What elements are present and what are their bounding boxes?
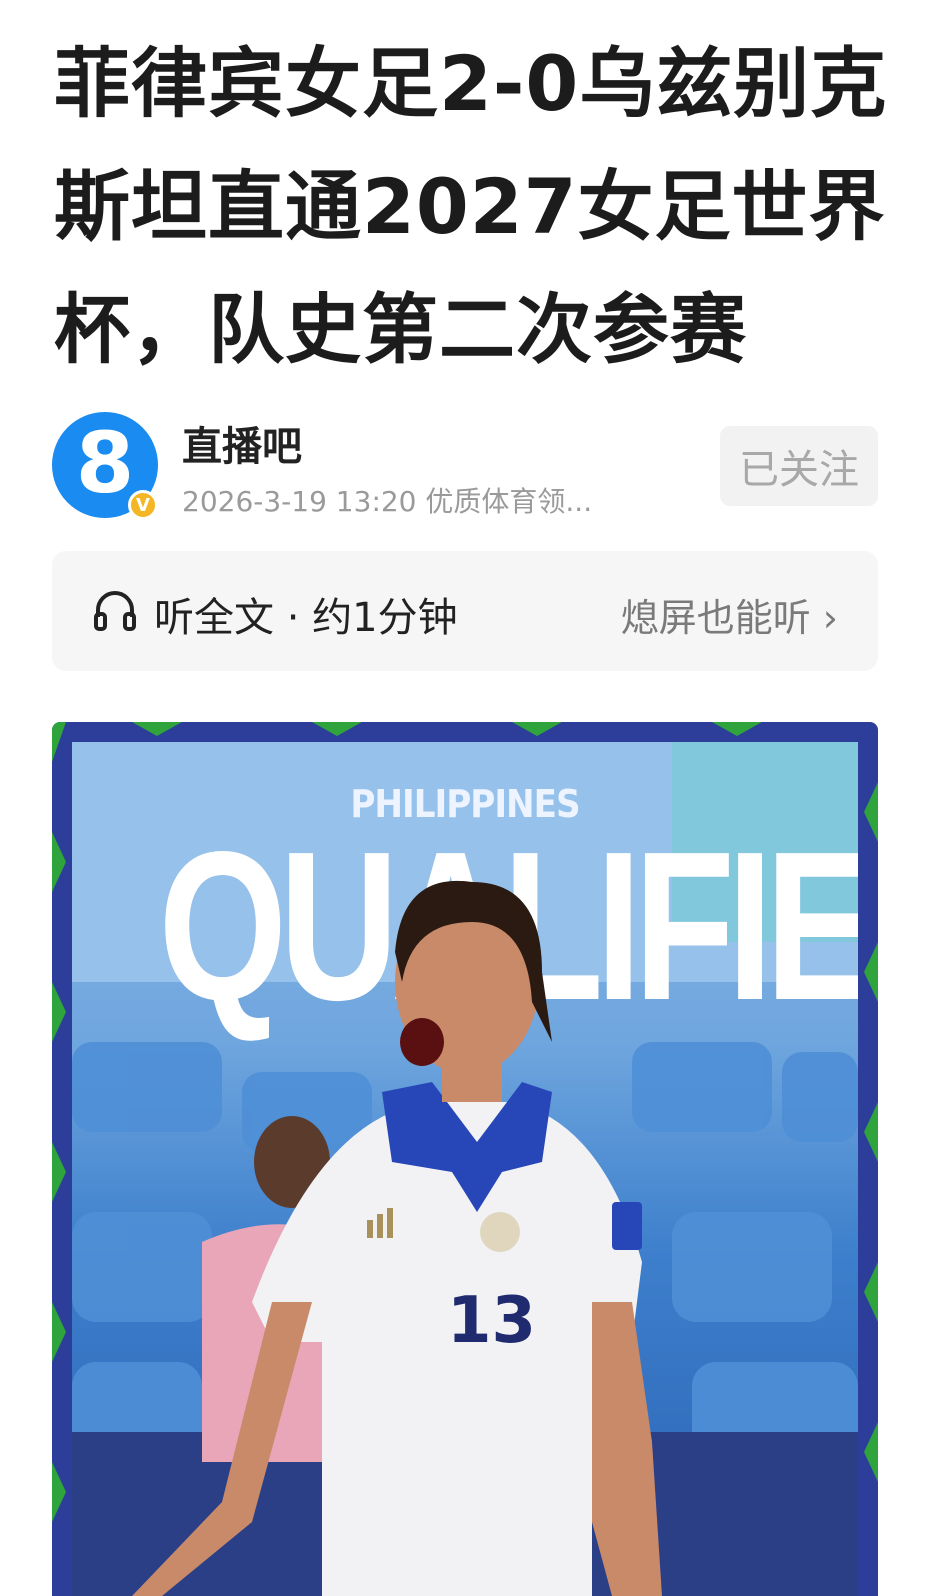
author-name[interactable]: 直播吧 (182, 414, 302, 472)
jersey-number: 13 (447, 1284, 536, 1358)
image-photo: PHILIPPINES QUALIFIED 13 (72, 742, 858, 1596)
listen-bar[interactable]: 听全文 · 约1分钟 熄屏也能听 › (52, 551, 878, 671)
screen-off-listen-link[interactable]: 熄屏也能听 › (621, 587, 838, 642)
verified-badge-icon: V (128, 490, 158, 520)
article-title: 菲律宾女足2-0乌兹别克斯坦直通2027女足世界杯，队史第二次参赛 (54, 39, 888, 374)
avatar-logo: 8 (75, 414, 135, 512)
author-section: 8 V 直播吧 2026-3-19 13:20 优质体育领... 已关注 (52, 408, 878, 528)
follow-button[interactable]: 已关注 (720, 426, 878, 506)
author-meta: 2026-3-19 13:20 优质体育领... (182, 485, 593, 518)
player-figure: 13 (132, 880, 662, 1596)
headphone-icon (94, 591, 136, 631)
listen-full-text-label[interactable]: 听全文 · 约1分钟 (154, 585, 458, 643)
article-image[interactable]: PHILIPPINES QUALIFIED 13 (52, 722, 878, 1596)
